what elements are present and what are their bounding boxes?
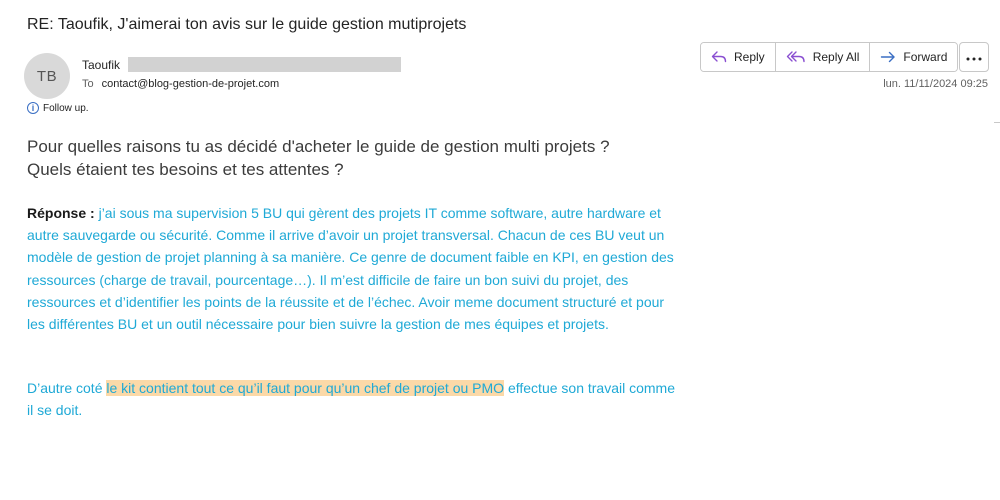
redacted-sender-address (128, 57, 401, 72)
reply-all-button[interactable]: Reply All (775, 43, 871, 71)
more-actions-button[interactable] (959, 42, 989, 72)
question-line-2: Quels étaient tes besoins et tes attente… (27, 160, 344, 179)
info-icon: i (27, 102, 39, 114)
reply-all-icon (786, 50, 806, 64)
ellipsis-icon (966, 48, 982, 66)
highlighted-text: le kit contient tout ce qu’il faut pour … (106, 380, 505, 396)
to-label: To (82, 78, 94, 90)
reply-label: Reply (734, 50, 765, 64)
forward-button[interactable]: Forward (870, 43, 958, 71)
question-text: Pour quelles raisons tu as décidé d'ache… (27, 135, 727, 181)
email-subject: RE: Taoufik, J'aimerai ton avis sur le g… (27, 16, 467, 33)
response-paragraph: Réponse : j’ai sous ma supervision 5 BU … (27, 202, 677, 335)
reply-all-label: Reply All (812, 50, 860, 64)
reply-icon (711, 50, 727, 64)
follow-up-flag[interactable]: i Follow up. (27, 102, 89, 114)
conclusion-paragraph: D’autre coté le kit contient tout ce qu’… (27, 377, 677, 421)
received-date: lun. 11/11/2024 09:25 (883, 78, 988, 90)
forward-label: Forward (903, 50, 948, 64)
reply-button[interactable]: Reply (701, 43, 776, 71)
message-actions: Reply Reply All Forward (700, 42, 959, 72)
conclusion-prefix: D’autre coté (27, 380, 107, 396)
recipient-address[interactable]: contact@blog-gestion-de-projet.com (102, 78, 279, 90)
response-label: Réponse : (27, 205, 95, 221)
forward-icon (880, 50, 896, 64)
question-line-1: Pour quelles raisons tu as décidé d'ache… (27, 137, 610, 156)
recipient-line: To contact@blog-gestion-de-projet.com (82, 78, 279, 90)
follow-up-label: Follow up. (43, 102, 89, 114)
sender-name[interactable]: Taoufik (82, 58, 120, 72)
response-text: j’ai sous ma supervision 5 BU qui gèrent… (27, 205, 674, 333)
divider (994, 122, 1000, 123)
sender-avatar[interactable]: TB (24, 53, 70, 99)
